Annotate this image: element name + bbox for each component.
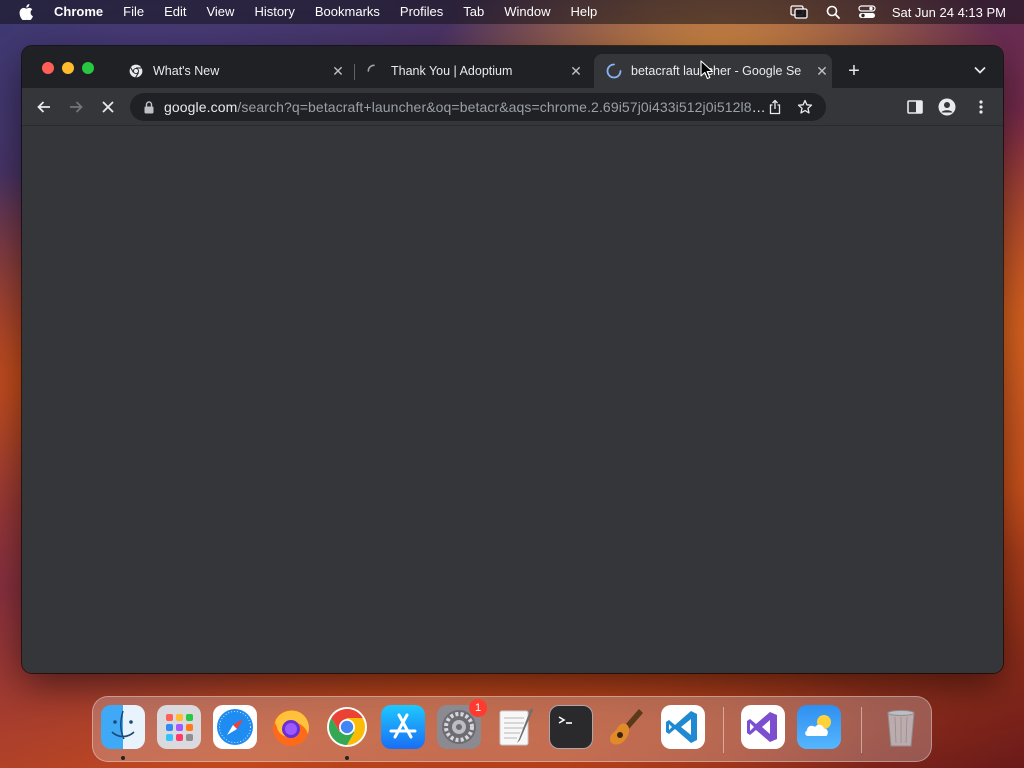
new-tab-button[interactable]: + xyxy=(844,61,864,82)
menu-app-name[interactable]: Chrome xyxy=(50,0,113,24)
tab-close-icon[interactable]: ✕ xyxy=(330,63,346,79)
side-panel-icon[interactable] xyxy=(906,98,924,116)
page-content-loading xyxy=(22,126,1003,673)
visual-studio-icon[interactable] xyxy=(741,705,785,749)
system-preferences-icon[interactable]: 1 xyxy=(437,699,487,749)
tab-close-icon[interactable]: ✕ xyxy=(814,63,830,79)
menu-help[interactable]: Help xyxy=(561,0,608,24)
share-icon[interactable] xyxy=(766,98,784,116)
safari-icon[interactable] xyxy=(213,705,257,749)
tab-title: betacraft launcher - Google Se xyxy=(631,64,802,78)
terminal-icon[interactable] xyxy=(549,705,593,749)
tab-adoptium[interactable]: Thank You | Adoptium ✕ xyxy=(366,54,584,88)
url-text[interactable]: google.com/search?q=betacraft+launcher&o… xyxy=(164,99,766,115)
dock-separator xyxy=(861,707,862,753)
window-close-button[interactable] xyxy=(42,62,54,74)
browser-toolbar: google.com/search?q=betacraft+launcher&o… xyxy=(22,88,1003,126)
running-indicator xyxy=(121,756,125,760)
tab-title: What's New xyxy=(153,64,220,78)
more-menu-icon[interactable] xyxy=(972,98,990,116)
menu-window[interactable]: Window xyxy=(494,0,560,24)
tab-title: Thank You | Adoptium xyxy=(391,64,513,78)
profile-avatar-icon[interactable] xyxy=(938,98,956,116)
finder-icon[interactable] xyxy=(101,705,145,749)
lock-icon[interactable] xyxy=(142,100,156,114)
garageband-icon[interactable] xyxy=(605,705,649,749)
loading-spinner-icon xyxy=(366,63,382,79)
app-store-icon[interactable] xyxy=(381,705,425,749)
control-center-icon[interactable] xyxy=(858,3,876,21)
google-chrome-icon[interactable] xyxy=(325,705,369,749)
loading-spinner-icon xyxy=(606,63,622,79)
back-button[interactable] xyxy=(34,97,54,117)
window-zoom-button[interactable] xyxy=(82,62,94,74)
launchpad-icon[interactable] xyxy=(157,705,201,749)
weather-icon[interactable] xyxy=(797,705,841,749)
url-path: /search?q=betacraft+launcher&oq=betacr&a… xyxy=(237,99,766,115)
dock-separator xyxy=(723,707,724,753)
tab-strip: What's New ✕ Thank You | Adoptium ✕ beta… xyxy=(22,46,1003,88)
textedit-icon[interactable] xyxy=(493,705,537,749)
tab-whats-new[interactable]: What's New ✕ xyxy=(128,54,346,88)
menu-profiles[interactable]: Profiles xyxy=(390,0,453,24)
forward-button[interactable] xyxy=(66,97,86,117)
notification-badge: 1 xyxy=(469,699,487,717)
tab-search-chevron-icon[interactable] xyxy=(972,62,988,78)
visual-studio-code-icon[interactable] xyxy=(661,705,705,749)
screen-mirroring-icon[interactable] xyxy=(790,3,808,21)
window-minimize-button[interactable] xyxy=(62,62,74,74)
url-host: google.com xyxy=(164,99,238,115)
mouse-pointer-icon xyxy=(700,60,714,80)
trash-icon[interactable] xyxy=(879,705,923,749)
spotlight-search-icon[interactable] xyxy=(824,3,842,21)
dock: 1 xyxy=(92,696,932,762)
tab-close-icon[interactable]: ✕ xyxy=(568,63,584,79)
menu-file[interactable]: File xyxy=(113,0,154,24)
tab-separator xyxy=(354,64,355,80)
address-bar[interactable]: google.com/search?q=betacraft+launcher&o… xyxy=(130,93,826,121)
apple-menu-icon[interactable] xyxy=(16,2,36,22)
menubar-clock[interactable]: Sat Jun 24 4:13 PM xyxy=(892,5,1006,20)
firefox-icon[interactable] xyxy=(269,705,313,749)
menu-view[interactable]: View xyxy=(196,0,244,24)
bookmark-star-icon[interactable] xyxy=(796,98,814,116)
menu-edit[interactable]: Edit xyxy=(154,0,196,24)
stop-loading-button[interactable] xyxy=(98,97,118,117)
menu-history[interactable]: History xyxy=(244,0,304,24)
menu-tab[interactable]: Tab xyxy=(453,0,494,24)
menu-bar: Chrome File Edit View History Bookmarks … xyxy=(0,0,1024,24)
running-indicator xyxy=(345,756,349,760)
chrome-window: What's New ✕ Thank You | Adoptium ✕ beta… xyxy=(22,46,1003,673)
menu-bookmarks[interactable]: Bookmarks xyxy=(305,0,390,24)
chrome-icon xyxy=(128,63,144,79)
